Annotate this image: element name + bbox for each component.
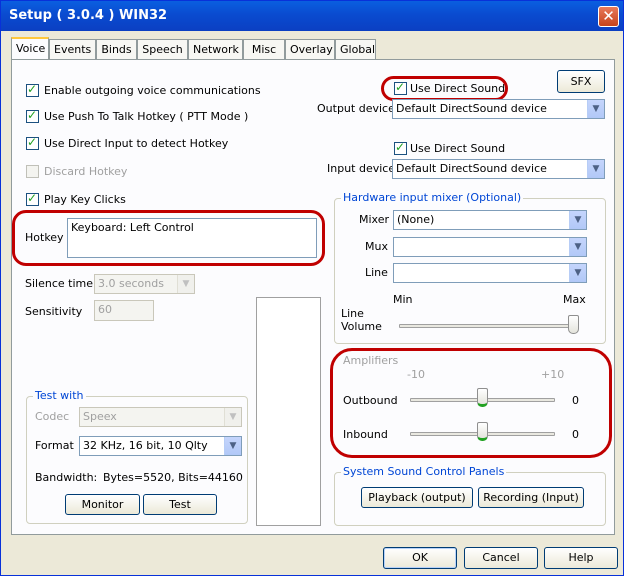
use-direct-sound-input-checkbox[interactable] [394, 140, 407, 155]
output-device-label: Output device [317, 102, 395, 115]
close-icon: ✕ [602, 7, 615, 25]
mixer-value: (None) [397, 213, 435, 226]
use-direct-sound-input-label: Use Direct Sound [410, 142, 506, 155]
playback-output-button[interactable]: Playback (output) [361, 487, 473, 508]
help-button[interactable]: Help [544, 547, 618, 569]
chevron-down-icon: ▼ [224, 437, 241, 455]
key-clicks-label: Play Key Clicks [44, 193, 126, 206]
line-volume-track [399, 324, 579, 328]
bandwidth-value: Bytes=5520, Bits=44160 [103, 471, 243, 484]
annotation-hotkey-oval [12, 210, 325, 266]
tab-events[interactable]: Events [49, 39, 96, 59]
sfx-button[interactable]: SFX [557, 70, 605, 93]
test-button[interactable]: Test [143, 494, 217, 515]
window-title: Setup ( 3.0.4 ) WIN32 [9, 8, 168, 23]
enable-voice-checkbox[interactable] [26, 82, 39, 97]
format-label: Format [35, 439, 74, 452]
close-button[interactable]: ✕ [598, 6, 619, 27]
chevron-down-icon: ▼ [587, 100, 604, 118]
hardware-mixer-group: Hardware input mixer (Optional) Mixer (N… [334, 191, 606, 344]
silence-time-value: 3.0 seconds [98, 277, 164, 290]
input-device-value: Default DirectSound device [396, 162, 547, 175]
bandwidth-label: Bandwidth: [35, 471, 98, 484]
sound-panels-title: System Sound Control Panels [341, 465, 507, 478]
line-select[interactable]: ▼ [393, 263, 587, 283]
test-with-title: Test with [33, 389, 86, 402]
sensitivity-field[interactable]: 60 [94, 300, 154, 321]
mux-label: Mux [365, 240, 388, 253]
line-volume-slider[interactable] [568, 315, 579, 334]
output-device-value: Default DirectSound device [396, 102, 547, 115]
level-meter [256, 297, 321, 526]
input-device-select[interactable]: Default DirectSound device ▼ [392, 159, 605, 179]
discard-hotkey-checkbox[interactable] [26, 165, 39, 178]
key-clicks-checkbox[interactable] [26, 191, 39, 206]
volume-max-label: Max [563, 293, 586, 306]
output-device-select[interactable]: Default DirectSound device ▼ [392, 99, 605, 119]
ptt-label: Use Push To Talk Hotkey ( PTT Mode ) [44, 110, 249, 123]
input-device-label: Input device [327, 162, 396, 175]
chevron-down-icon: ▼ [587, 160, 604, 178]
title-bar: Setup ( 3.0.4 ) WIN32 ✕ [1, 1, 623, 31]
ok-button[interactable]: OK [383, 547, 457, 569]
codec-value: Speex [83, 410, 117, 423]
ptt-checkbox[interactable] [26, 108, 39, 123]
setup-window: Setup ( 3.0.4 ) WIN32 ✕ Voice Events Bin… [0, 0, 624, 576]
direct-input-label: Use Direct Input to detect Hotkey [44, 137, 229, 150]
discard-hotkey-label: Discard Hotkey [44, 165, 128, 178]
mixer-select[interactable]: (None) ▼ [393, 210, 587, 230]
recording-input-button[interactable]: Recording (Input) [478, 487, 584, 508]
cancel-button[interactable]: Cancel [464, 547, 538, 569]
mux-select[interactable]: ▼ [393, 237, 587, 257]
line-volume-label-1: Line [341, 307, 364, 320]
tab-overlay[interactable]: Overlay [285, 39, 335, 59]
annotation-amplifiers-oval [330, 348, 612, 458]
voice-panel: Enable outgoing voice communications Use… [11, 59, 615, 535]
format-select[interactable]: 32 KHz, 16 bit, 10 Qlty ▼ [79, 436, 242, 456]
silence-time-label: Silence time [25, 277, 93, 290]
codec-select[interactable]: Speex ▼ [79, 407, 242, 427]
silence-time-select[interactable]: 3.0 seconds ▼ [94, 274, 195, 294]
direct-input-checkbox[interactable] [26, 135, 39, 150]
tab-network[interactable]: Network [188, 39, 243, 59]
sensitivity-label: Sensitivity [25, 305, 83, 318]
chevron-down-icon: ▼ [569, 238, 586, 256]
chevron-down-icon: ▼ [569, 211, 586, 229]
tab-voice[interactable]: Voice [11, 37, 49, 60]
line-volume-label-2: Volume [341, 320, 382, 333]
hardware-mixer-title: Hardware input mixer (Optional) [341, 191, 524, 204]
chevron-down-icon: ▼ [569, 264, 586, 282]
format-value: 32 KHz, 16 bit, 10 Qlty [83, 439, 208, 452]
annotation-direct-sound-oval [381, 76, 508, 101]
monitor-button[interactable]: Monitor [65, 494, 140, 515]
chevron-down-icon: ▼ [177, 275, 194, 293]
tab-speech[interactable]: Speech [137, 39, 188, 59]
sound-panels-group: System Sound Control Panels Playback (ou… [334, 465, 606, 526]
enable-voice-label: Enable outgoing voice communications [44, 84, 261, 97]
tab-binds[interactable]: Binds [96, 39, 137, 59]
chevron-down-icon: ▼ [224, 408, 241, 426]
tab-misc[interactable]: Misc [243, 39, 285, 59]
codec-label: Codec [35, 410, 70, 423]
tab-global[interactable]: Global [335, 39, 376, 59]
volume-min-label: Min [393, 293, 413, 306]
test-with-group: Test with Codec Speex ▼ Format 32 KHz, 1… [26, 389, 248, 524]
mixer-label: Mixer [359, 213, 390, 226]
line-label: Line [365, 266, 388, 279]
